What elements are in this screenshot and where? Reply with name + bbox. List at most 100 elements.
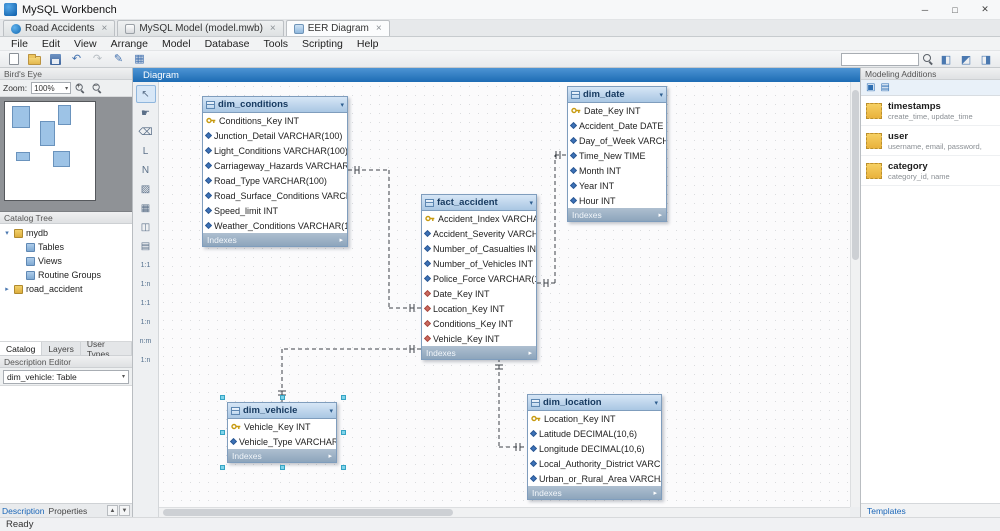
er-column[interactable]: Accident_Severity VARCHAR(5… xyxy=(422,226,536,241)
er-column[interactable]: Latitude DECIMAL(10,6) xyxy=(528,426,661,441)
er-column[interactable]: Speed_limit INT xyxy=(203,203,347,218)
open-document-button[interactable] xyxy=(25,52,44,67)
modeling-addition-timestamps[interactable]: timestamps create_time, update_time xyxy=(861,96,1000,126)
er-column[interactable]: Accident_Index VARCHAR(50) xyxy=(422,211,536,226)
toggle-right-sidebar-button[interactable]: ◨ xyxy=(978,53,994,66)
table-tool[interactable]: ▦ xyxy=(136,199,156,217)
tree-expander-icon[interactable]: ▸ xyxy=(3,285,11,293)
view-tool[interactable]: ◫ xyxy=(136,218,156,236)
routine-group-tool[interactable]: ▤ xyxy=(136,237,156,255)
er-column[interactable]: Conditions_Key INT xyxy=(422,316,536,331)
tree-item-road-accident[interactable]: ▸ road_accident xyxy=(0,282,132,296)
rel-n-m-identifying-tool[interactable]: n:m xyxy=(136,332,156,350)
chevron-down-icon[interactable]: ▾ xyxy=(340,101,344,109)
tree-item-routine-groups[interactable]: Routine Groups xyxy=(0,268,132,282)
er-indexes-footer[interactable]: Indexes ▸ xyxy=(422,346,536,359)
layer-tool[interactable]: L xyxy=(136,142,156,160)
tab-layers[interactable]: Layers xyxy=(42,342,81,355)
zoom-select[interactable]: 100% ▾ xyxy=(31,82,72,94)
chevron-down-icon[interactable]: ▾ xyxy=(654,399,658,407)
er-column[interactable]: Vehicle_Key INT xyxy=(228,419,336,434)
er-column[interactable]: Month INT xyxy=(568,163,666,178)
tab-description[interactable]: Description xyxy=(2,506,45,516)
vertical-scrollbar-thumb[interactable] xyxy=(852,90,859,260)
rel-1-n-identifying-tool[interactable]: 1:n xyxy=(136,313,156,331)
birds-eye-minimap[interactable] xyxy=(0,97,132,212)
er-column[interactable]: Road_Type VARCHAR(100) xyxy=(203,173,347,188)
toggle-left-sidebar-button[interactable]: ◧ xyxy=(938,53,954,66)
er-column[interactable]: Conditions_Key INT xyxy=(203,113,347,128)
doc-tab-eer-diagram[interactable]: EER Diagram × xyxy=(285,20,390,36)
er-table-fact_accident[interactable]: fact_accident ▾ Accident_Index VARCHAR(50)… xyxy=(421,194,537,360)
tree-expander-icon[interactable]: ▾ xyxy=(3,229,11,237)
eraser-tool[interactable]: ⌫ xyxy=(136,123,156,141)
selection-handle[interactable] xyxy=(341,465,346,470)
description-editor-body[interactable] xyxy=(0,386,132,503)
rel-1-1-non-identifying-tool[interactable]: 1:1 xyxy=(136,256,156,274)
er-column[interactable]: Time_New TIME xyxy=(568,148,666,163)
selection-handle[interactable] xyxy=(341,429,346,435)
search-input[interactable] xyxy=(841,52,919,66)
tab-user-types[interactable]: User Types xyxy=(81,339,132,359)
er-column[interactable]: Date_Key INT xyxy=(422,286,536,301)
tree-item-views[interactable]: Views xyxy=(0,254,132,268)
note-tool[interactable]: N xyxy=(136,161,156,179)
chevron-down-icon[interactable]: ▾ xyxy=(529,199,533,207)
chevron-right-icon[interactable]: ▸ xyxy=(328,452,332,460)
chevron-right-icon[interactable]: ▸ xyxy=(528,349,532,357)
chevron-right-icon[interactable]: ▸ xyxy=(653,489,657,497)
menu-help[interactable]: Help xyxy=(350,38,386,50)
er-table-header[interactable]: dim_date ▾ xyxy=(568,87,666,103)
er-column[interactable]: Year INT xyxy=(568,178,666,193)
er-column[interactable]: Location_Key INT xyxy=(422,301,536,316)
edit-button[interactable]: ✎ xyxy=(109,52,128,67)
er-column[interactable]: Longitude DECIMAL(10,6) xyxy=(528,441,661,456)
panel-up-button[interactable]: ▲ xyxy=(107,505,118,516)
er-column[interactable]: Hour INT xyxy=(568,193,666,208)
doc-tab-mysql-model-model-mwb-[interactable]: MySQL Model (model.mwb) × xyxy=(117,20,284,36)
er-column[interactable]: Day_of_Week VARCHAR(2… xyxy=(568,133,666,148)
modeling-addition-user[interactable]: user username, email, password, xyxy=(861,126,1000,156)
horizontal-scrollbar[interactable] xyxy=(159,507,850,517)
zoom-out-button[interactable]: − xyxy=(92,82,105,94)
er-column[interactable]: Vehicle_Key INT xyxy=(422,331,536,346)
tree-item-tables[interactable]: Tables xyxy=(0,240,132,254)
tree-item-mydb[interactable]: ▾ mydb xyxy=(0,226,132,240)
menu-file[interactable]: File xyxy=(4,38,35,50)
selection-handle[interactable] xyxy=(220,429,225,435)
menu-edit[interactable]: Edit xyxy=(35,38,67,50)
selection-handle[interactable] xyxy=(280,395,285,400)
rel-1-n-non-identifying-tool[interactable]: 1:n xyxy=(136,275,156,293)
er-table-header[interactable]: dim_location ▾ xyxy=(528,395,661,411)
er-column[interactable]: Number_of_Casualties INT xyxy=(422,241,536,256)
select-tool[interactable]: ↖ xyxy=(135,85,156,103)
er-table-dim_date[interactable]: dim_date ▾ Date_Key INT Accident_Date DATE D… xyxy=(567,86,667,222)
close-button[interactable]: ✕ xyxy=(970,0,1000,19)
er-indexes-footer[interactable]: Indexes ▸ xyxy=(568,208,666,221)
rel-1-1-identifying-tool[interactable]: 1:1 xyxy=(136,294,156,312)
templates-panel-tab[interactable]: Templates xyxy=(861,503,1000,517)
search-icon[interactable] xyxy=(923,53,934,65)
horizontal-scrollbar-thumb[interactable] xyxy=(163,509,453,516)
vertical-scrollbar[interactable] xyxy=(850,82,860,507)
er-column[interactable]: Carriageway_Hazards VARCHAR(100) xyxy=(203,158,347,173)
er-table-header[interactable]: fact_accident ▾ xyxy=(422,195,536,211)
tab-catalog[interactable]: Catalog xyxy=(0,342,43,355)
chevron-right-icon[interactable]: ▸ xyxy=(658,211,662,219)
toggle-bottom-panel-button[interactable]: ◩ xyxy=(958,53,974,66)
selection-handle[interactable] xyxy=(280,465,285,470)
redo-button[interactable]: ↷ xyxy=(88,52,107,67)
er-table-dim_conditions[interactable]: dim_conditions ▾ Conditions_Key INT Junctio… xyxy=(202,96,348,247)
er-column[interactable]: Light_Conditions VARCHAR(100) xyxy=(203,143,347,158)
maximize-button[interactable]: □ xyxy=(940,0,970,19)
hand-tool[interactable]: ☛ xyxy=(136,104,156,122)
modeling-addition-category[interactable]: category category_id, name xyxy=(861,156,1000,186)
menu-model[interactable]: Model xyxy=(155,38,198,50)
er-column[interactable]: Date_Key INT xyxy=(568,103,666,118)
er-column[interactable]: Location_Key INT xyxy=(528,411,661,426)
er-indexes-footer[interactable]: Indexes ▸ xyxy=(528,486,661,499)
panel-down-button[interactable]: ▼ xyxy=(119,505,130,516)
menu-database[interactable]: Database xyxy=(198,38,257,50)
doc-tab-road-accidents[interactable]: Road Accidents × xyxy=(3,20,116,36)
image-tool[interactable]: ▨ xyxy=(136,180,156,198)
